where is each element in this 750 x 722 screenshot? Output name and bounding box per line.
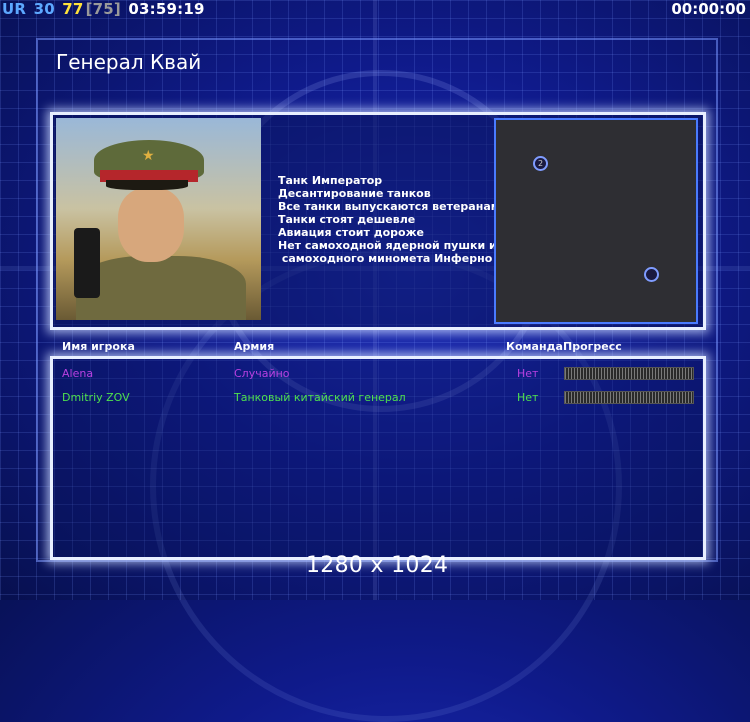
header-player-name: Имя игрока <box>62 340 135 353</box>
hud-timer: 00:00:00 <box>671 0 746 18</box>
trait-item: Танки стоят дешевле <box>278 213 416 226</box>
map-preview: 2 <box>494 118 698 324</box>
header-team: Команда <box>506 340 563 353</box>
hud-fps: 30 <box>33 0 55 18</box>
hud-bracket-value: [75] <box>85 0 121 18</box>
player-army: Танковый китайский генерал <box>234 391 406 404</box>
hud-clock: 03:59:19 <box>128 0 205 18</box>
players-panel <box>50 356 706 560</box>
player-team: Нет <box>517 391 539 404</box>
player-team: Нет <box>517 367 539 380</box>
player-army: Случайно <box>234 367 290 380</box>
player-name: Alena <box>62 367 94 380</box>
hud-stats: UR 30 77 [75] 03:59:19 <box>2 0 207 18</box>
hud-ur: UR <box>2 0 27 18</box>
header-progress: Прогресс <box>563 340 622 353</box>
page-title: Генерал Квай <box>56 50 202 74</box>
header-army: Армия <box>234 340 275 353</box>
trait-item: Нет самоходной ядерной пушки и <box>278 239 497 252</box>
portrait-cap-badge-icon: ★ <box>142 148 155 164</box>
player-progress-bar <box>564 367 694 380</box>
general-traits-list: Танк Император Десантирование танков Все… <box>278 174 507 265</box>
trait-item: Все танки выпускаются ветеранами <box>278 200 508 213</box>
trait-item: самоходного миномета Инферно <box>278 252 493 265</box>
portrait-pistol <box>74 228 100 298</box>
trait-item: Танк Император <box>278 174 383 187</box>
trait-item: Авиация стоит дороже <box>278 226 425 239</box>
start-position-slot[interactable]: 2 <box>533 156 548 171</box>
player-name: Dmitriy ZOV <box>62 391 130 404</box>
hud-value: 77 <box>62 0 84 18</box>
portrait-cap-visor <box>106 180 188 190</box>
start-position-slot-empty[interactable] <box>644 267 659 282</box>
resolution-label: 1280 x 1024 <box>306 553 449 578</box>
player-progress-bar <box>564 391 694 404</box>
general-portrait: ★ <box>56 118 261 320</box>
trait-item: Десантирование танков <box>278 187 431 200</box>
portrait-face <box>118 188 184 262</box>
portrait-uniform <box>76 256 246 320</box>
